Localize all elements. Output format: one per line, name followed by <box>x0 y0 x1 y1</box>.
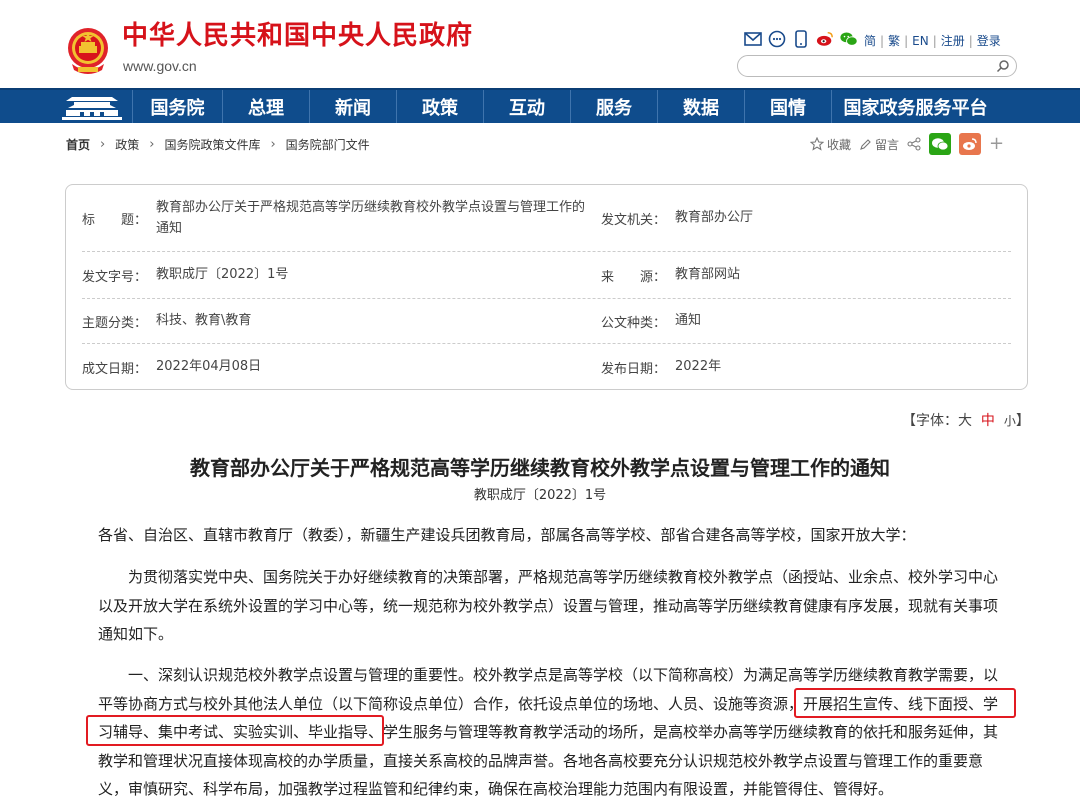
nav-item-data[interactable]: 数据 <box>657 90 744 123</box>
font-size-control: 【字体：大 中 小】 <box>902 410 1030 430</box>
article-paragraph: 各省、自治区、直辖市教育厅（教委），新疆生产建设兵团教育局，部属各高等学校、部省… <box>98 521 1008 550</box>
favorite-button[interactable]: 收藏 <box>810 136 851 153</box>
paragraph-line: 各省、自治区、直辖市教育厅（教委），新疆生产建设兵团教育局，部属各高等学校、部省… <box>98 526 916 544</box>
highlight-box <box>86 715 384 746</box>
login-link[interactable]: 登录 <box>977 32 1001 49</box>
weibo-icon[interactable] <box>816 30 834 48</box>
article-title: 教育部办公厅关于严格规范高等学历继续教育校外教学点设置与管理工作的通知 <box>190 456 890 480</box>
nav-item-premier[interactable]: 总理 <box>222 90 309 123</box>
pencil-icon <box>860 138 871 150</box>
nav-item-gov-service-platform[interactable]: 国家政务服务平台 <box>831 90 999 123</box>
info-row-dates: 成文日期： 2022年04月08日 发布日期： 2022年 <box>82 344 1011 389</box>
tiananmen-logo-icon[interactable] <box>60 92 124 122</box>
mail-icon[interactable] <box>744 30 762 48</box>
font-size-large-button[interactable]: 大 <box>958 413 972 429</box>
type-label: 公文种类： <box>601 316 667 331</box>
breadcrumb-department-docs[interactable]: 国务院部门文件 <box>286 136 370 153</box>
site-url[interactable]: www.gov.cn <box>123 58 197 74</box>
issuer-label: 发文机关： <box>601 213 667 228</box>
breadcrumb-policy[interactable]: 政策 <box>115 136 139 153</box>
top-icon-bar <box>744 30 858 48</box>
divider: | <box>904 33 909 48</box>
paragraph-line: 教学和管理状况直接体现高校的办学质量，直接关系高校的品牌声誉。各地各高校要充分认… <box>98 751 984 770</box>
article-doc-number: 教职成厅〔2022〕1号 <box>473 488 607 503</box>
paragraph-line: 义，审慎研究、科学布局，加强教学过程监管和纪律约束，确保在高校治理能力范围内有限… <box>98 780 894 799</box>
search-icon[interactable] <box>996 59 1010 73</box>
type-value: 通知 <box>675 313 702 328</box>
title-label: 标 题： <box>82 213 148 228</box>
article-tools: 收藏 留言 + <box>810 133 1004 155</box>
star-icon <box>810 137 824 151</box>
nav-items: 国务院 总理 新闻 政策 互动 服务 数据 国情 国家政务服务平台 <box>132 90 999 123</box>
english-link[interactable]: EN <box>912 34 929 48</box>
title-value: 教育部办公厅关于严格规范高等学历继续教育校外教学点设置与管理工作的 通知 <box>156 197 596 239</box>
site-title[interactable]: 中华人民共和国中央人民政府 <box>122 23 473 49</box>
publish-value: 2022年 <box>675 359 722 374</box>
info-row-topic: 主题分类： 科技、教育\教育 公文种类： 通知 <box>82 299 1011 344</box>
breadcrumb: 首页 › 政策 › 国务院政策文件库 › 国务院部门文件 <box>66 136 370 153</box>
search-input[interactable] <box>748 57 988 77</box>
weibo-share-icon[interactable] <box>959 133 982 155</box>
paragraph-line: 为贯彻落实党中央、国务院关于办好继续教育的决策部署，严格规范高等学历继续教育校外… <box>98 568 999 586</box>
wechat-icon[interactable] <box>840 30 858 48</box>
simplified-link[interactable]: 简 <box>864 32 876 49</box>
doc-no-value: 教职成厅〔2022〕1号 <box>156 267 289 282</box>
nav-item-service[interactable]: 服务 <box>570 90 657 123</box>
chevron-right-icon: › <box>149 137 155 152</box>
breadcrumb-policy-library[interactable]: 国务院政策文件库 <box>164 136 260 153</box>
nav-item-policy[interactable]: 政策 <box>396 90 483 123</box>
date-value: 2022年04月08日 <box>156 359 262 374</box>
main-nav: 国务院 总理 新闻 政策 互动 服务 数据 国情 国家政务服务平台 <box>0 88 1080 123</box>
traditional-link[interactable]: 繁 <box>888 32 900 49</box>
divider: | <box>932 33 937 48</box>
paragraph-line: 通知如下。 <box>98 625 174 644</box>
search-box <box>737 55 1017 77</box>
font-size-medium-button[interactable]: 中 <box>981 413 995 429</box>
register-link[interactable]: 注册 <box>941 32 965 49</box>
favorite-label: 收藏 <box>827 137 852 152</box>
comment-label: 留言 <box>875 137 900 152</box>
document-info-box: 标 题： 教育部办公厅关于严格规范高等学历继续教育校外教学点设置与管理工作的 通… <box>65 184 1028 390</box>
chevron-right-icon: › <box>270 137 276 152</box>
article-paragraph: 为贯彻落实党中央、国务院关于办好继续教育的决策部署，严格规范高等学历继续教育校外… <box>98 563 1008 649</box>
font-size-suffix: 】 <box>1015 413 1030 429</box>
font-size-small-button[interactable]: 小 <box>1004 414 1016 428</box>
source-value: 教育部网站 <box>675 267 741 282</box>
national-emblem-icon[interactable] <box>66 26 110 76</box>
wechat-share-icon[interactable] <box>929 133 952 155</box>
share-icon[interactable] <box>907 137 921 151</box>
info-row-docno: 发文字号： 教职成厅〔2022〕1号 来 源： 教育部网站 <box>82 252 1011 299</box>
source-label: 来 源： <box>601 270 667 285</box>
issuer-value: 教育部办公厅 <box>675 210 754 225</box>
highlight-box <box>794 688 1016 718</box>
nav-item-state-council[interactable]: 国务院 <box>132 90 222 123</box>
divider: | <box>968 33 973 48</box>
language-and-account-links: 简 | 繁 | EN | 注册 | 登录 <box>864 32 1001 49</box>
plus-icon[interactable]: + <box>989 135 1004 153</box>
nav-item-news[interactable]: 新闻 <box>309 90 396 123</box>
divider: | <box>880 33 885 48</box>
paragraph-line: 以及开放大学在系统外设置的学习中心等，统一规范称为校外教学点）设置与管理，推动高… <box>98 596 999 615</box>
chevron-right-icon: › <box>100 137 106 152</box>
chat-bubble-icon[interactable] <box>768 30 786 48</box>
font-size-prefix: 【字体： <box>902 413 958 429</box>
nav-item-interaction[interactable]: 互动 <box>483 90 570 123</box>
comment-button[interactable]: 留言 <box>859 136 899 153</box>
paragraph-line: 一、深刻认识规范校外教学点设置与管理的重要性。校外教学点是高等学校（以下简称高校… <box>98 666 999 684</box>
nav-item-national-info[interactable]: 国情 <box>744 90 831 123</box>
date-label: 成文日期： <box>82 362 148 377</box>
doc-no-label: 发文字号： <box>82 270 148 285</box>
mobile-icon[interactable] <box>792 30 810 48</box>
title-value-line: 教育部办公厅关于严格规范高等学历继续教育校外教学点设置与管理工作的 <box>156 200 586 215</box>
publish-label: 发布日期： <box>601 362 667 377</box>
topic-label: 主题分类： <box>82 316 148 331</box>
info-row-title: 标 题： 教育部办公厅关于严格规范高等学历继续教育校外教学点设置与管理工作的 通… <box>82 185 1011 252</box>
site-header: 中华人民共和国中央人民政府 www.gov.cn 简 | 繁 | EN | 注册… <box>0 0 1080 88</box>
topic-value: 科技、教育\教育 <box>156 313 252 328</box>
breadcrumb-home[interactable]: 首页 <box>66 136 90 153</box>
title-value-line: 通知 <box>156 221 183 236</box>
